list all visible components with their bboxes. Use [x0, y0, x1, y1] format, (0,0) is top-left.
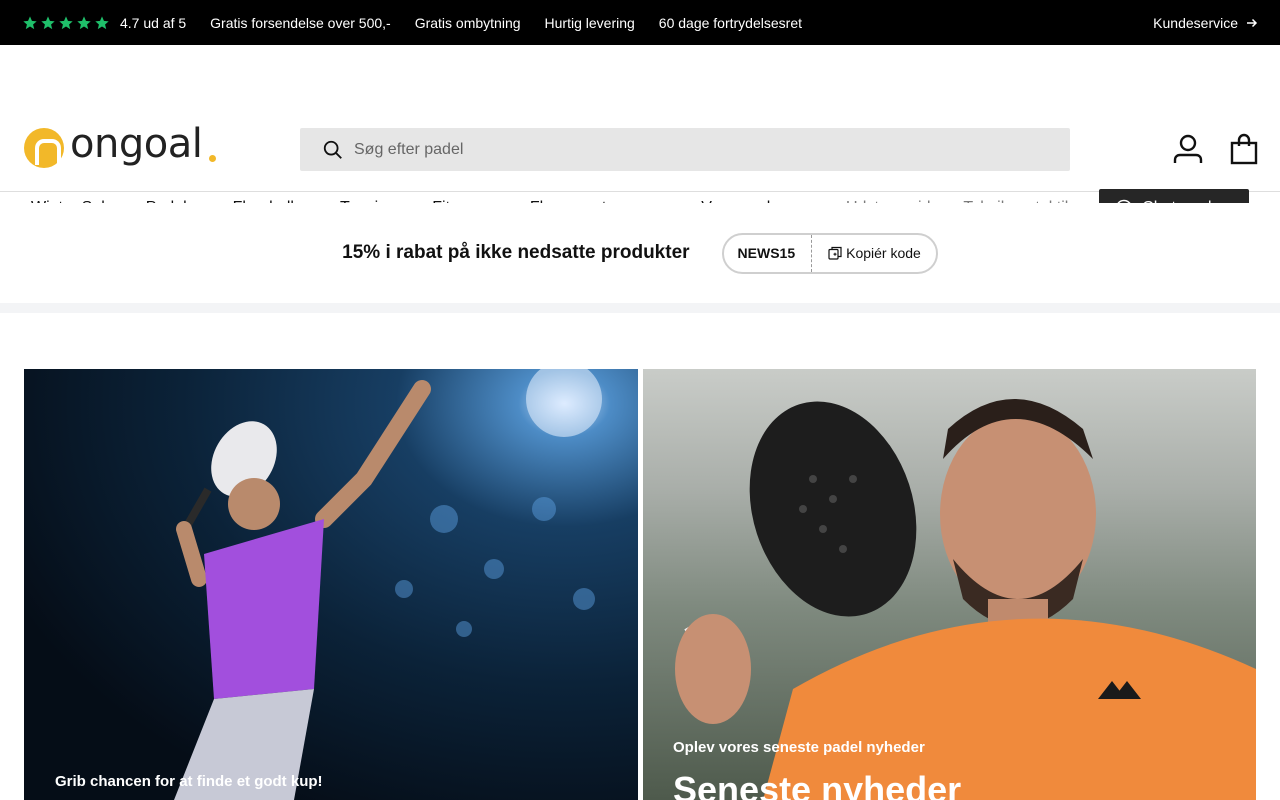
- brand-logo[interactable]: ongoal: [24, 124, 217, 168]
- search-bar[interactable]: [300, 128, 1070, 171]
- star-icon: [77, 15, 91, 29]
- hero-tile-new-arrivals[interactable]: Oplev vores seneste padel nyheder Senest…: [643, 369, 1256, 800]
- logo-mark-icon: [24, 128, 64, 168]
- promo-banner: 15% i rabat på ikke nedsatte produkter N…: [0, 203, 1280, 303]
- hero-right-title: Seneste nyheder: [673, 769, 962, 800]
- hero-tile-sale[interactable]: Grib chancen for at finde et godt kup!: [24, 369, 638, 800]
- star-icon: [95, 15, 109, 29]
- usp-return-policy: 60 dage fortrydelsesret: [658, 14, 802, 31]
- promo-section: 15% i rabat på ikke nedsatte produkter N…: [0, 203, 1280, 313]
- shopping-bag-icon[interactable]: [1230, 133, 1258, 165]
- rating-text: 4.7 ud af 5: [120, 14, 187, 31]
- site-header: ongoal Winter Sales Padel Floorball Tenn…: [0, 45, 1280, 226]
- star-icon: [59, 15, 73, 29]
- usp-free-shipping: Gratis forsendelse over 500,-: [210, 14, 391, 31]
- discount-code: NEWS15: [724, 234, 813, 272]
- padel-player-portrait-image: [675, 399, 1256, 800]
- rating-stars: [22, 15, 110, 31]
- padel-player-jump-image: [174, 369, 602, 800]
- logo-dot: [209, 154, 217, 162]
- star-icon: [23, 15, 37, 29]
- discount-code-pill: NEWS15 Kopiér kode: [721, 232, 938, 274]
- arrow-right-icon: [1247, 18, 1258, 27]
- logo-text: ongoal: [70, 121, 203, 167]
- promo-text: 15% i rabat på ikke nedsatte produkter: [342, 242, 690, 263]
- copy-code-button[interactable]: Kopiér kode: [812, 245, 936, 261]
- hero-right-caption: Oplev vores seneste padel nyheder: [673, 739, 925, 756]
- search-icon[interactable]: [322, 139, 344, 161]
- announcement-bar: 4.7 ud af 5 Gratis forsendelse over 500,…: [0, 0, 1280, 45]
- usp-fast-delivery: Hurtig levering: [544, 14, 635, 31]
- usp-free-exchange: Gratis ombytning: [414, 14, 521, 31]
- copy-code-label: Kopiér kode: [846, 245, 921, 261]
- search-input[interactable]: [354, 140, 1034, 159]
- copy-icon: [828, 246, 842, 260]
- star-icon: [41, 15, 55, 29]
- customer-service-label: Kundeservice: [1153, 14, 1238, 31]
- hero-left-caption: Grib chancen for at finde et godt kup!: [55, 773, 323, 790]
- account-icon[interactable]: [1172, 133, 1204, 165]
- customer-service-link[interactable]: Kundeservice: [1153, 0, 1258, 45]
